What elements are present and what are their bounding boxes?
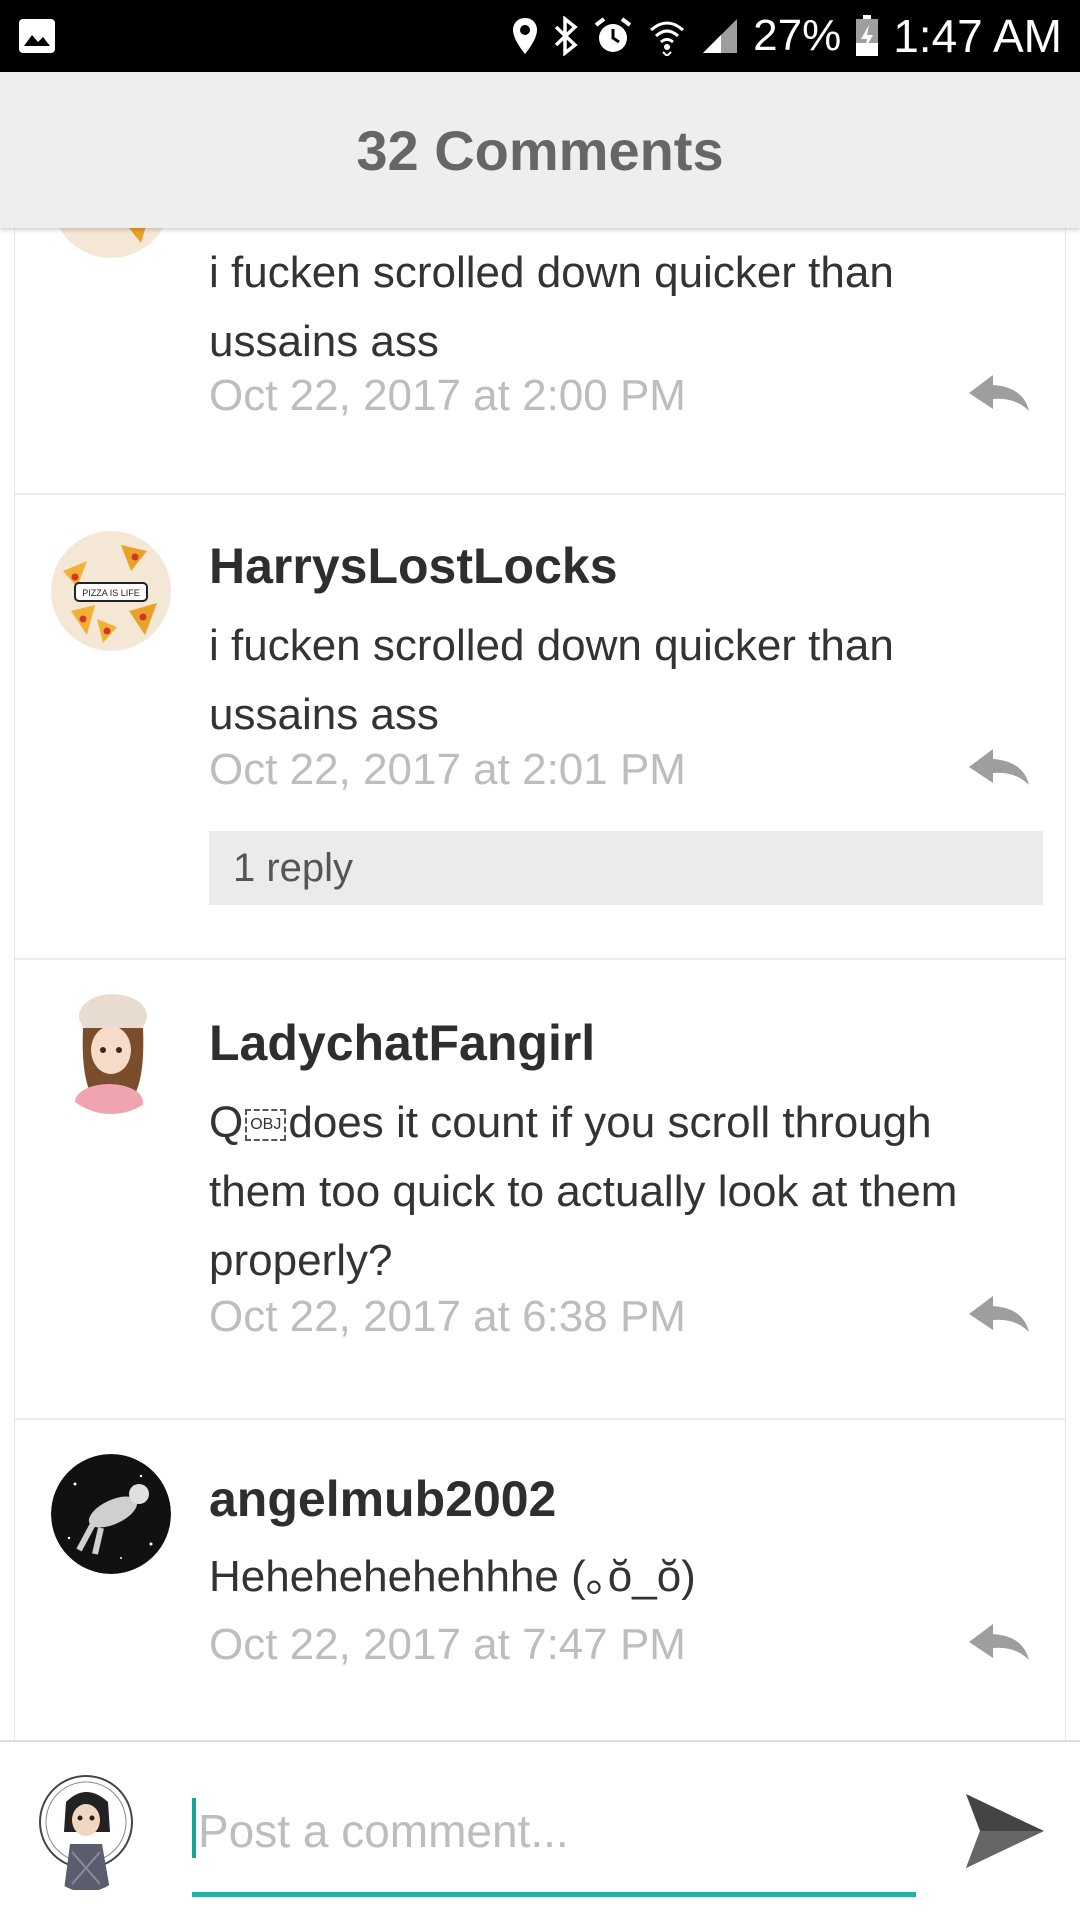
avatar[interactable]: PIZZA IS LIFE bbox=[51, 531, 171, 651]
app-header: 32 Comments bbox=[0, 72, 1080, 228]
comment-item: i fucken scrolled down quicker than ussa… bbox=[14, 228, 1066, 495]
comments-list[interactable]: i fucken scrolled down quicker than ussa… bbox=[0, 228, 1080, 1740]
object-replacement-glyph: OBJ bbox=[245, 1109, 287, 1142]
comment-username[interactable]: angelmub2002 bbox=[209, 1470, 556, 1528]
comment-item: angelmub2002 Hehehehehehhhe (｡ŏ_ŏ) Oct 2… bbox=[14, 1420, 1066, 1740]
reply-icon[interactable] bbox=[967, 373, 1031, 413]
signal-icon bbox=[701, 17, 739, 55]
status-bar: 27% 1:47 AM bbox=[0, 0, 1080, 72]
comment-text: i fucken scrolled down quicker than ussa… bbox=[209, 248, 894, 366]
comment-timestamp: Oct 22, 2017 at 2:00 PM bbox=[209, 371, 686, 420]
comment-username[interactable]: LadychatFangirl bbox=[209, 1014, 595, 1072]
user-avatar[interactable] bbox=[36, 1772, 136, 1892]
location-icon bbox=[511, 16, 539, 56]
comment-timestamp: Oct 22, 2017 at 2:01 PM bbox=[209, 745, 686, 794]
comment-timestamp: Oct 22, 2017 at 6:38 PM bbox=[209, 1292, 686, 1341]
comment-text-body: does it count if you scroll through them… bbox=[209, 1098, 958, 1285]
comment-username[interactable]: HarrysLostLocks bbox=[209, 537, 618, 595]
avatar[interactable] bbox=[51, 228, 171, 258]
comment-text: i fucken scrolled down quicker than ussa… bbox=[209, 621, 894, 739]
comment-input[interactable] bbox=[192, 1794, 916, 1868]
reply-icon[interactable] bbox=[967, 1622, 1031, 1662]
battery-percent: 27% bbox=[753, 11, 842, 60]
wifi-icon bbox=[647, 16, 687, 56]
send-button[interactable] bbox=[962, 1790, 1046, 1872]
comment-item: PIZZA IS LIFE HarrysLostLocks i fucken s… bbox=[14, 495, 1066, 960]
avatar-label: PIZZA IS LIFE bbox=[82, 588, 140, 598]
input-underline bbox=[192, 1892, 916, 1897]
comment-text-prefix: Q bbox=[209, 1098, 244, 1147]
reply-icon[interactable] bbox=[967, 747, 1031, 787]
reply-icon[interactable] bbox=[967, 1294, 1031, 1334]
view-replies-button[interactable]: 1 reply bbox=[209, 831, 1043, 905]
image-icon bbox=[18, 18, 56, 54]
clock: 1:47 AM bbox=[893, 10, 1062, 62]
alarm-icon bbox=[593, 16, 633, 56]
page-title: 32 Comments bbox=[356, 118, 724, 182]
comment-text: Hehehehehehhhe (｡ŏ_ŏ) bbox=[209, 1552, 696, 1601]
comment-composer bbox=[0, 1740, 1080, 1922]
bluetooth-icon bbox=[553, 16, 579, 56]
avatar[interactable] bbox=[51, 994, 171, 1114]
comment-item: LadychatFangirl Q OBJ does it count if you… bbox=[14, 960, 1066, 1420]
send-icon bbox=[966, 1794, 1044, 1868]
object-replacement-label: OBJ bbox=[250, 1116, 282, 1134]
comment-text: Q OBJ does it count if you scroll through … bbox=[209, 1088, 1039, 1295]
battery-icon bbox=[855, 15, 879, 57]
comment-timestamp: Oct 22, 2017 at 7:47 PM bbox=[209, 1620, 686, 1669]
avatar[interactable] bbox=[51, 1454, 171, 1574]
